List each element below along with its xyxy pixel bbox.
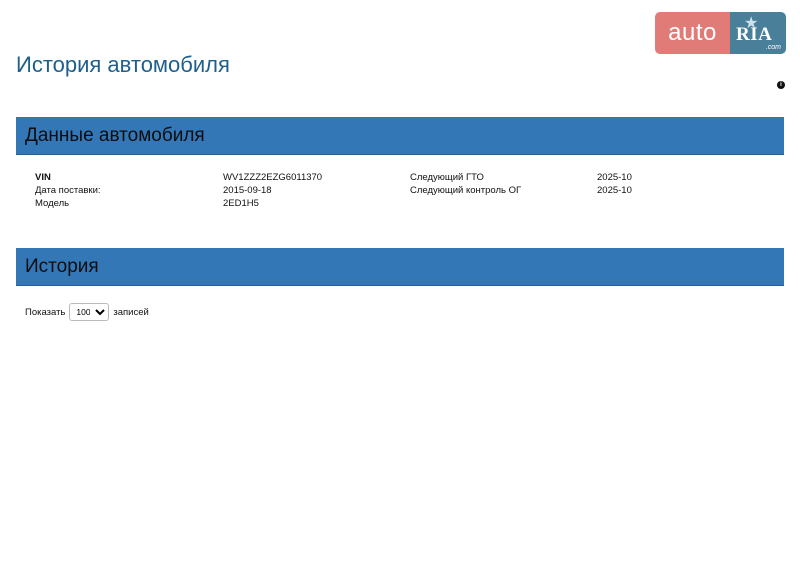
model-value: 2ED1H5 [223,198,259,209]
logo-ria-text: RIA [736,24,773,45]
next-inspection-value: 2025-10 [597,172,632,183]
next-inspection-label: Следующий ГТО [410,172,484,183]
delivery-date-value: 2015-09-18 [223,185,272,196]
next-emissions-check-value: 2025-10 [597,185,632,196]
logo-com-text: .com [765,44,781,51]
vin-label: VIN [35,172,51,183]
page: auto ★ RIA .com История автомобиля i Дан… [0,0,800,565]
show-entries-control: Показать 100 записей [25,303,149,321]
show-entries-label: Показать [25,306,66,318]
section-header-car-data: Данные автомобиля [16,117,784,155]
page-title: История автомобиля [16,52,230,77]
info-icon[interactable]: i [777,81,785,89]
logo-ria-badge: ★ RIA .com [730,12,786,54]
delivery-date-label: Дата поставки: [35,185,101,196]
section-header-history: История [16,248,784,286]
model-label: Модель [35,198,70,209]
vin-value: WV1ZZZ2EZG6011370 [223,172,323,183]
entries-suffix: записей [113,306,149,318]
logo-auto-text: auto [655,12,730,54]
next-emissions-check-label: Следующий контроль ОГ [410,185,522,196]
autoria-logo[interactable]: auto ★ RIA .com [655,12,786,54]
entries-per-page-select[interactable]: 100 [69,303,110,321]
